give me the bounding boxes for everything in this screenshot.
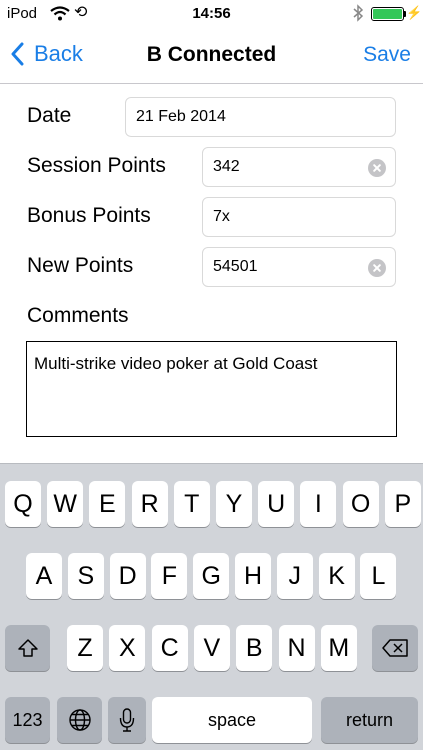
new-points-label: New Points	[27, 254, 134, 277]
new-points-field[interactable]: 54501	[202, 247, 396, 287]
key-j[interactable]: J	[276, 553, 313, 599]
clear-icon[interactable]	[368, 159, 386, 177]
bonus-points-label: Bonus Points	[27, 204, 151, 227]
key-y[interactable]: Y	[216, 481, 252, 527]
key-g[interactable]: G	[193, 553, 230, 599]
charging-bolt-icon: ⚡	[406, 5, 423, 20]
key-r[interactable]: R	[131, 481, 168, 527]
key-h[interactable]: H	[235, 553, 271, 599]
key-c[interactable]: C	[151, 625, 188, 671]
key-e[interactable]: E	[89, 481, 126, 527]
bonus-points-field[interactable]: 7x	[202, 197, 396, 237]
key-i[interactable]: I	[300, 481, 337, 527]
key-f[interactable]: F	[151, 553, 188, 599]
key-w[interactable]: W	[47, 481, 84, 527]
clear-icon[interactable]	[368, 259, 386, 277]
key-o[interactable]: O	[342, 481, 379, 527]
save-button[interactable]: Save	[363, 43, 411, 67]
key-d[interactable]: D	[109, 553, 146, 599]
comments-label: Comments	[27, 304, 129, 327]
status-bar: iPod ⟲ 14:56 ⚡	[0, 0, 423, 28]
key-p[interactable]: P	[384, 481, 421, 527]
page-title: B Connected	[146, 43, 277, 66]
shift-arrow-icon	[17, 639, 38, 657]
microphone-icon	[119, 708, 135, 732]
numbers-key[interactable]: 123	[5, 697, 50, 743]
session-points-field[interactable]: 342	[202, 147, 396, 187]
globe-icon	[68, 709, 91, 731]
delete-key[interactable]	[372, 625, 418, 671]
key-t[interactable]: T	[173, 481, 210, 527]
key-x[interactable]: X	[109, 625, 146, 671]
bluetooth-icon	[352, 4, 364, 27]
return-key[interactable]: return	[321, 697, 418, 743]
comments-textarea[interactable]: Multi-strike video poker at Gold Coast	[26, 341, 397, 437]
battery-fill	[373, 9, 402, 19]
new-points-value: 54501	[213, 258, 258, 275]
dictation-key[interactable]	[108, 697, 146, 743]
key-n[interactable]: N	[278, 625, 315, 671]
key-v[interactable]: V	[193, 625, 230, 671]
shift-key[interactable]	[5, 625, 50, 671]
key-q[interactable]: Q	[5, 481, 41, 527]
backspace-icon	[382, 639, 408, 657]
key-l[interactable]: L	[360, 553, 397, 599]
date-label: Date	[27, 104, 72, 127]
date-field[interactable]: 21 Feb 2014	[125, 97, 396, 137]
session-points-label: Session Points	[27, 154, 166, 177]
bonus-points-value: 7x	[213, 208, 230, 225]
battery-icon	[371, 7, 404, 21]
date-value: 21 Feb 2014	[136, 108, 226, 125]
navigation-bar: Back B Connected Save	[0, 28, 423, 84]
space-key[interactable]: space	[152, 697, 312, 743]
key-b[interactable]: B	[236, 625, 273, 671]
globe-key[interactable]	[57, 697, 102, 743]
key-z[interactable]: Z	[67, 625, 103, 671]
key-m[interactable]: M	[320, 625, 357, 671]
key-s[interactable]: S	[67, 553, 104, 599]
key-k[interactable]: K	[318, 553, 355, 599]
keyboard: 123 space return QWERTYUIOP ASDFGHJKL ZXCV…	[0, 463, 423, 750]
key-u[interactable]: U	[258, 481, 295, 527]
key-a[interactable]: A	[26, 553, 62, 599]
session-points-value: 342	[213, 158, 240, 175]
